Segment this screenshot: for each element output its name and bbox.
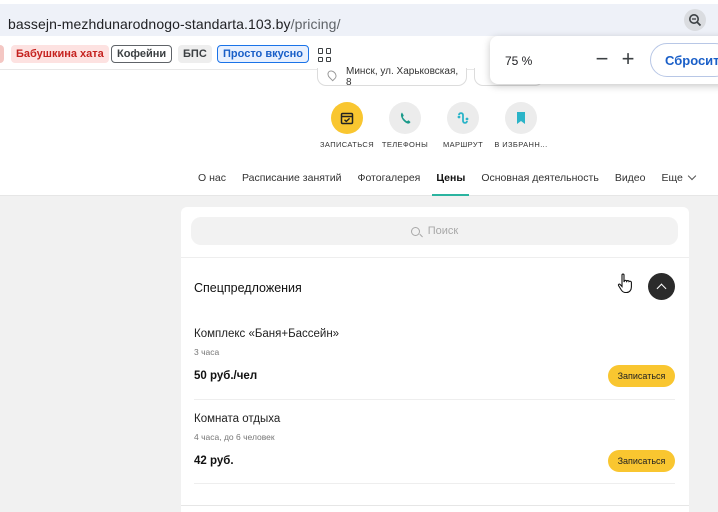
tab-gallery[interactable]: Фотогалерея bbox=[349, 170, 428, 196]
collapse-button[interactable] bbox=[648, 273, 675, 300]
url-field[interactable]: bassejn-mezhdunarodnogo-standarta.103.by… bbox=[0, 4, 718, 36]
action-favorites[interactable]: В ИЗБРАНН... bbox=[491, 102, 551, 149]
bookmark-kofeyni[interactable]: Кофейни bbox=[111, 45, 173, 63]
address-text: Минск, ул. Харьковская, 8 bbox=[346, 65, 459, 88]
search-icon bbox=[410, 226, 420, 236]
zoom-popup: 75 % − + Сбросить bbox=[490, 36, 718, 84]
location-pin-icon bbox=[325, 68, 339, 82]
hand-cursor-icon bbox=[617, 273, 635, 300]
bookmark-partial[interactable] bbox=[0, 45, 4, 63]
tab-activities[interactable]: Основная деятельность bbox=[473, 170, 606, 196]
action-book[interactable]: ЗАПИСАТЬСЯ bbox=[317, 102, 377, 149]
url-path: /pricing/ bbox=[290, 16, 341, 32]
calendar-icon bbox=[331, 102, 363, 134]
bookmark-prosto-vkusno[interactable]: Просто вкусно bbox=[217, 45, 309, 63]
zoom-out-button[interactable]: − bbox=[593, 48, 611, 72]
list-item: Комната отдыха 4 часа, до 6 человек 42 р… bbox=[194, 413, 675, 472]
route-icon bbox=[447, 102, 479, 134]
action-route[interactable]: МАРШРУТ bbox=[433, 102, 493, 149]
divider bbox=[194, 483, 675, 484]
action-phones[interactable]: ТЕЛЕФОНЫ bbox=[375, 102, 435, 149]
bookmark-icon bbox=[505, 102, 537, 134]
divider bbox=[181, 505, 689, 506]
bookmark-babushkina-hata[interactable]: Бабушкина хата bbox=[11, 45, 109, 63]
address-bar: bassejn-mezhdunarodnogo-standarta.103.by… bbox=[0, 0, 718, 40]
item-name: Комплекс «Баня+Бассейн» bbox=[194, 328, 340, 340]
book-button[interactable]: Записаться bbox=[608, 450, 675, 472]
url-host: bassejn-mezhdunarodnogo-standarta.103.by bbox=[8, 16, 291, 32]
tab-more-label: Еще bbox=[661, 172, 683, 184]
item-details: 4 часа, до 6 человек bbox=[194, 432, 275, 442]
search-input[interactable]: Поиск bbox=[191, 217, 678, 245]
list-item: Комплекс «Баня+Бассейн» 3 часа 50 руб./ч… bbox=[194, 328, 675, 387]
tab-schedule[interactable]: Расписание занятий bbox=[234, 170, 349, 196]
divider bbox=[194, 399, 675, 400]
chevron-down-icon bbox=[687, 171, 697, 181]
zoom-level: 75 % bbox=[505, 54, 533, 68]
tab-more[interactable]: Еще bbox=[654, 170, 703, 196]
item-details: 3 часа bbox=[194, 347, 220, 357]
action-label: МАРШРУТ bbox=[442, 140, 484, 149]
address-pill[interactable]: Минск, ул. Харьковская, 8 bbox=[317, 65, 467, 88]
tab-video[interactable]: Видео bbox=[607, 170, 654, 196]
bookmark-bps[interactable]: БПС bbox=[178, 45, 212, 63]
section-tabs: О нас Расписание занятий Фотогалерея Цен… bbox=[190, 170, 703, 196]
phone-icon bbox=[389, 102, 421, 134]
zoom-reset-button[interactable]: Сбросить bbox=[650, 43, 718, 77]
item-price: 50 руб./чел bbox=[194, 370, 258, 382]
url-text[interactable]: bassejn-mezhdunarodnogo-standarta.103.by… bbox=[8, 16, 341, 32]
book-button[interactable]: Записаться bbox=[608, 365, 675, 387]
action-label: ЗАПИСАТЬСЯ bbox=[319, 140, 375, 149]
action-label: В ИЗБРАНН... bbox=[494, 140, 548, 149]
tab-about[interactable]: О нас bbox=[190, 170, 234, 196]
tab-prices[interactable]: Цены bbox=[428, 170, 473, 196]
apps-grid-icon[interactable] bbox=[318, 48, 332, 62]
page-header: Минск, ул. Харьковская, 8 ЗАПИСАТЬСЯ ТЕЛ… bbox=[0, 65, 718, 196]
search-placeholder: Поиск bbox=[427, 225, 459, 237]
section-title: Спецпредложения bbox=[194, 281, 302, 295]
zoom-in-button[interactable]: + bbox=[619, 48, 637, 72]
divider bbox=[181, 257, 689, 258]
item-name: Комната отдыха bbox=[194, 413, 281, 425]
action-label: ТЕЛЕФОНЫ bbox=[381, 140, 429, 149]
pricing-card: Поиск Спецпредложения Комплекс «Баня+Бас… bbox=[181, 207, 689, 512]
zoom-icon[interactable] bbox=[684, 9, 706, 31]
chevron-up-icon bbox=[656, 283, 667, 294]
item-price: 42 руб. bbox=[194, 455, 234, 467]
